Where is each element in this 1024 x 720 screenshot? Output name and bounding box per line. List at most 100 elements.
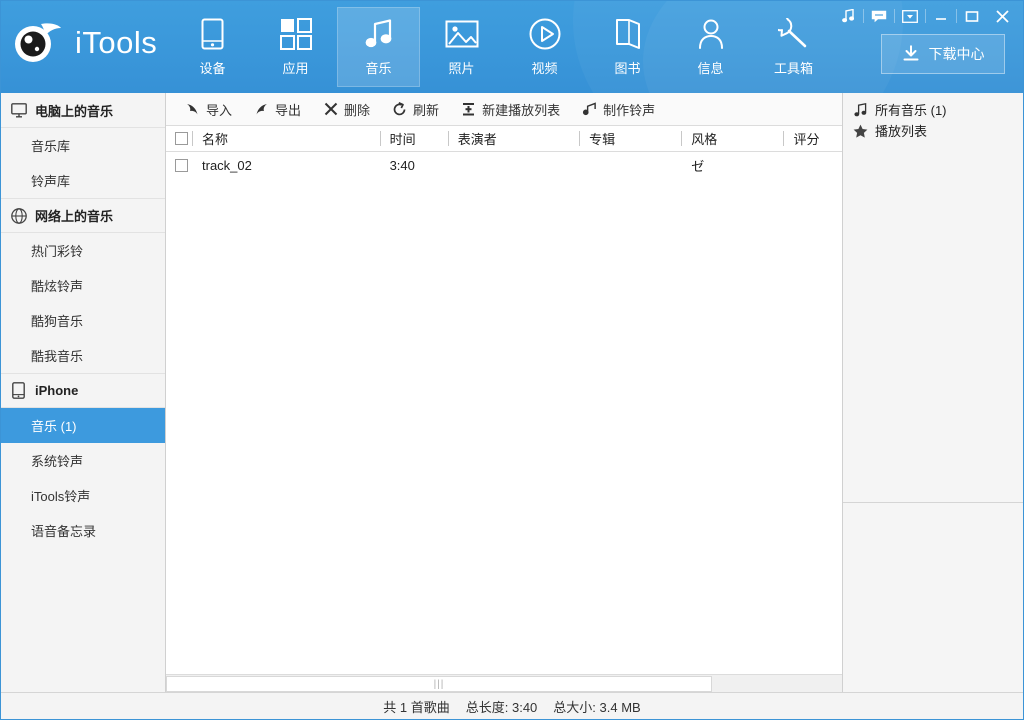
cell-name: track_02 bbox=[202, 158, 252, 173]
sidebar-item-system-ringtones[interactable]: 系统铃声 bbox=[1, 443, 165, 478]
track-list: track_02 3:40 ゼ bbox=[166, 152, 842, 674]
nav-item-photo[interactable]: 照片 bbox=[420, 7, 503, 87]
sidebar-group-local-music[interactable]: 电脑上的音乐 bbox=[1, 93, 165, 128]
import-arrow-icon bbox=[185, 102, 200, 117]
nav-item-toolbox[interactable]: 工具箱 bbox=[752, 7, 835, 87]
close-icon[interactable] bbox=[987, 3, 1017, 29]
refresh-icon bbox=[392, 101, 407, 117]
column-label: 风格 bbox=[691, 132, 718, 147]
column-header-album[interactable]: 专辑 bbox=[579, 126, 681, 152]
column-header-time[interactable]: 时间 bbox=[379, 126, 448, 152]
sidebar-item-hot-ringtones[interactable]: 热门彩铃 bbox=[1, 233, 165, 268]
nav-item-book[interactable]: 图书 bbox=[586, 7, 669, 87]
device-icon bbox=[201, 17, 224, 51]
action-label: 导出 bbox=[275, 102, 302, 118]
action-label: 新建播放列表 bbox=[482, 102, 561, 118]
sidebar-group-label: 电脑上的音乐 bbox=[35, 103, 114, 119]
sidebar: 电脑上的音乐 音乐库 铃声库 网络上的音乐 热门彩铃 酷炫铃声 酷狗音乐 酷我音… bbox=[1, 93, 166, 692]
music-tray-icon[interactable] bbox=[833, 3, 863, 29]
import-button[interactable]: 导入 bbox=[174, 96, 243, 122]
photo-icon bbox=[445, 17, 479, 51]
cell-time: 3:40 bbox=[389, 158, 415, 173]
sidebar-item-label: 铃声库 bbox=[31, 174, 71, 189]
sidebar-group-label: iPhone bbox=[35, 383, 79, 398]
sidebar-item-itools-ringtones[interactable]: iTools铃声 bbox=[1, 478, 165, 513]
download-center-button[interactable]: 下载中心 bbox=[881, 34, 1005, 74]
right-item-label: 所有音乐 (1) bbox=[875, 103, 947, 118]
sidebar-item-label: 音乐库 bbox=[31, 139, 71, 154]
right-panel-top: 所有音乐 (1) 播放列表 bbox=[843, 93, 1023, 503]
status-total-length: 总长度: 3:40 bbox=[465, 699, 538, 715]
nav-label: 照片 bbox=[448, 61, 475, 76]
action-label: 删除 bbox=[344, 102, 371, 118]
right-item-all-music[interactable]: 所有音乐 (1) bbox=[843, 99, 1023, 120]
sidebar-item-cool-ringtones[interactable]: 酷炫铃声 bbox=[1, 268, 165, 303]
nav-label: 应用 bbox=[282, 61, 309, 76]
status-bar: 共 1 首歌曲 总长度: 3:40 总大小: 3.4 MB bbox=[1, 692, 1023, 719]
table-row[interactable]: track_02 3:40 ゼ bbox=[166, 152, 842, 179]
brand: iTools bbox=[11, 19, 157, 67]
cell-artist bbox=[448, 152, 579, 179]
dropdown-icon[interactable] bbox=[895, 3, 925, 29]
sidebar-group-label: 网络上的音乐 bbox=[35, 209, 114, 224]
sidebar-item-ringtone-library[interactable]: 铃声库 bbox=[1, 163, 165, 198]
row-select-cell[interactable] bbox=[166, 152, 192, 179]
nav-label: 图书 bbox=[614, 61, 641, 76]
globe-icon bbox=[10, 207, 27, 224]
refresh-button[interactable]: 刷新 bbox=[381, 96, 450, 122]
export-button[interactable]: 导出 bbox=[243, 96, 312, 122]
music-note-icon bbox=[853, 102, 868, 117]
column-header-genre[interactable]: 风格 bbox=[681, 126, 783, 152]
phone-icon bbox=[10, 382, 27, 399]
column-header-name[interactable]: 名称 bbox=[192, 126, 380, 152]
music-icon bbox=[364, 17, 394, 51]
minimize-icon[interactable] bbox=[926, 3, 956, 29]
download-icon bbox=[902, 44, 920, 65]
action-label: 导入 bbox=[206, 102, 233, 118]
message-icon[interactable] bbox=[864, 3, 894, 29]
nav-item-music[interactable]: 音乐 bbox=[337, 7, 420, 87]
make-ringtone-button[interactable]: 制作铃声 bbox=[571, 96, 666, 122]
sidebar-item-voice-memos[interactable]: 语音备忘录 bbox=[1, 513, 165, 548]
nav-label: 信息 bbox=[697, 61, 724, 76]
nav-item-device[interactable]: 设备 bbox=[171, 7, 254, 87]
select-all-header[interactable] bbox=[166, 126, 192, 152]
row-checkbox[interactable] bbox=[175, 159, 188, 172]
column-label: 评分 bbox=[793, 132, 820, 147]
nav-label: 音乐 bbox=[365, 61, 392, 76]
download-center-label: 下载中心 bbox=[928, 46, 985, 62]
window-controls bbox=[833, 3, 1017, 29]
select-all-checkbox[interactable] bbox=[175, 132, 188, 145]
sidebar-item-label: 系统铃声 bbox=[31, 454, 84, 469]
scrollbar-thumb[interactable]: ||| bbox=[166, 676, 712, 692]
column-header-rating[interactable]: 评分 bbox=[783, 126, 842, 152]
nav-item-apps[interactable]: 应用 bbox=[254, 7, 337, 87]
book-icon bbox=[614, 17, 642, 51]
new-playlist-icon bbox=[461, 102, 476, 117]
delete-button[interactable]: 删除 bbox=[312, 96, 381, 122]
nav-label: 设备 bbox=[199, 61, 226, 76]
content-area: 导入 导出 删除 刷新 新建播放列表 制作铃声 名称 时间 表演者 专辑 风格 … bbox=[166, 93, 843, 692]
nav-label: 视频 bbox=[531, 61, 558, 76]
sidebar-item-iphone-music[interactable]: 音乐 (1) bbox=[1, 408, 165, 443]
brand-name: iTools bbox=[75, 25, 158, 60]
nav-item-video[interactable]: 视频 bbox=[503, 7, 586, 87]
sidebar-item-label: 热门彩铃 bbox=[31, 244, 84, 259]
right-item-playlists[interactable]: 播放列表 bbox=[843, 120, 1023, 141]
video-icon bbox=[529, 17, 561, 51]
app-header: iTools 设备 应用 音乐 照片 视频 图书 信息 工具箱 下载中心 bbox=[1, 1, 1023, 93]
right-panel: 所有音乐 (1) 播放列表 bbox=[843, 93, 1023, 692]
sidebar-item-kuwo-music[interactable]: 酷我音乐 bbox=[1, 338, 165, 373]
right-item-label: 播放列表 bbox=[875, 124, 928, 139]
sidebar-group-online-music[interactable]: 网络上的音乐 bbox=[1, 198, 165, 233]
column-header-artist[interactable]: 表演者 bbox=[447, 126, 579, 152]
action-label: 刷新 bbox=[413, 102, 440, 118]
horizontal-scrollbar[interactable]: ||| bbox=[166, 674, 842, 692]
export-arrow-icon bbox=[254, 102, 269, 117]
sidebar-item-kugou-music[interactable]: 酷狗音乐 bbox=[1, 303, 165, 338]
maximize-icon[interactable] bbox=[957, 3, 987, 29]
new-playlist-button[interactable]: 新建播放列表 bbox=[450, 96, 571, 122]
sidebar-item-music-library[interactable]: 音乐库 bbox=[1, 128, 165, 163]
nav-item-info[interactable]: 信息 bbox=[669, 7, 752, 87]
sidebar-group-iphone[interactable]: iPhone bbox=[1, 373, 165, 408]
